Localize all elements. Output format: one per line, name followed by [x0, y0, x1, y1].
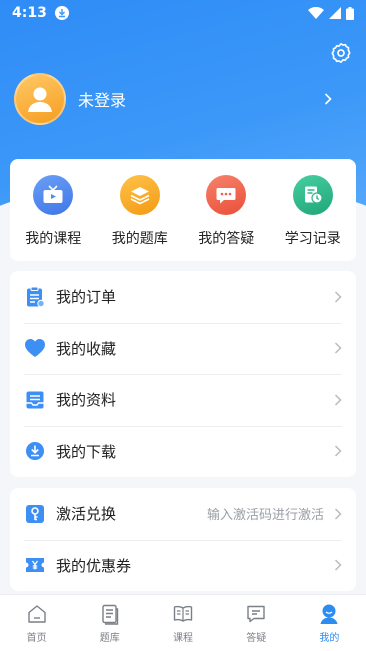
tab-label: 课程 — [173, 633, 193, 644]
order-clipboard-icon — [24, 286, 46, 308]
login-profile-row[interactable]: 未登录 — [14, 72, 354, 126]
chevron-right-icon — [330, 508, 342, 520]
document-tray-icon — [24, 389, 46, 411]
status-bar: 4:13 — [0, 0, 366, 26]
tab-label: 我的 — [319, 633, 340, 644]
menu-item-label: 我的资料 — [56, 391, 117, 410]
menu-item-coupons[interactable]: 我的优惠券 — [10, 539, 356, 592]
battery-icon — [346, 6, 354, 20]
wifi-icon — [308, 7, 324, 19]
chevron-right-icon — [330, 394, 342, 406]
gear-icon — [331, 43, 351, 63]
download-icon — [24, 440, 46, 462]
coupon-icon — [24, 554, 46, 576]
menu-item-label: 我的收藏 — [56, 339, 117, 358]
settings-button[interactable] — [329, 41, 353, 65]
tab-mine[interactable]: 我的 — [293, 595, 366, 651]
account-services-menu: 激活兑换 输入激活码进行激活 我的优惠券 — [10, 488, 356, 591]
my-content-menu: 我的订单 我的收藏 我的资料 我的下载 — [10, 271, 356, 477]
menu-item-orders[interactable]: 我的订单 — [10, 271, 356, 323]
menu-item-label: 我的优惠券 — [56, 556, 132, 575]
tab-question-bank[interactable]: 题库 — [73, 595, 146, 651]
history-icon — [292, 175, 333, 215]
chevron-right-icon — [330, 559, 342, 571]
menu-item-materials[interactable]: 我的资料 — [10, 374, 356, 426]
user-icon — [320, 604, 338, 624]
quick-my-question-bank[interactable]: 我的题库 — [97, 159, 184, 261]
menu-item-label: 我的订单 — [56, 288, 117, 307]
menu-item-label: 激活兑换 — [56, 505, 117, 524]
status-time: 4:13 — [12, 5, 47, 21]
tab-qa[interactable]: 答疑 — [220, 595, 293, 651]
tv-icon — [33, 175, 74, 215]
book-icon — [173, 605, 193, 622]
question-bank-icon — [102, 604, 118, 625]
chevron-right-icon — [324, 90, 332, 109]
menu-item-downloads[interactable]: 我的下载 — [10, 425, 356, 478]
tab-label: 首页 — [26, 633, 47, 644]
quick-label: 我的课程 — [25, 231, 82, 247]
chevron-right-icon — [330, 445, 342, 457]
quick-label: 我的题库 — [111, 231, 168, 247]
home-icon — [27, 605, 46, 623]
activation-code-hint: 输入激活码进行激活 — [206, 508, 324, 524]
layers-icon — [119, 175, 160, 215]
menu-item-favorites[interactable]: 我的收藏 — [10, 322, 356, 375]
signal-icon — [329, 7, 341, 19]
download-status-icon — [54, 6, 69, 20]
bottom-tab-bar: 首页 题库 课程 答疑 我的 — [0, 594, 366, 651]
tab-label: 题库 — [99, 633, 120, 644]
key-icon — [24, 503, 46, 525]
quick-study-history[interactable]: 学习记录 — [270, 159, 357, 261]
quick-label: 我的答疑 — [198, 231, 255, 247]
menu-item-activate-redeem[interactable]: 激活兑换 输入激活码进行激活 — [10, 488, 356, 540]
quick-my-qa[interactable]: 我的答疑 — [183, 159, 270, 261]
quick-actions-card: 我的课程 我的题库 我的答疑 学习记录 — [10, 159, 356, 261]
login-status-text: 未登录 — [78, 91, 127, 110]
tab-home[interactable]: 首页 — [0, 595, 73, 651]
default-avatar-icon — [28, 87, 52, 112]
quick-label: 学习记录 — [284, 231, 341, 247]
chevron-right-icon — [330, 291, 342, 303]
message-icon — [247, 605, 265, 623]
heart-icon — [24, 337, 46, 359]
avatar — [14, 73, 66, 125]
menu-item-label: 我的下载 — [56, 442, 117, 461]
tab-label: 答疑 — [246, 633, 267, 644]
tab-courses[interactable]: 课程 — [146, 595, 219, 651]
chevron-right-icon — [330, 342, 342, 354]
quick-my-courses[interactable]: 我的课程 — [10, 159, 97, 261]
chat-icon — [206, 175, 247, 215]
